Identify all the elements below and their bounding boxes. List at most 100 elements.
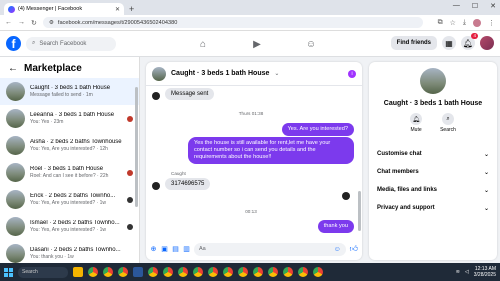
conversation-status-dot xyxy=(127,115,133,122)
downloads-icon[interactable]: ⤓ xyxy=(463,19,466,27)
chat-scrollbar[interactable] xyxy=(358,191,361,231)
minimize-icon[interactable]: — xyxy=(453,2,460,10)
conversation-avatar xyxy=(6,82,25,101)
notifications-bell-icon[interactable]: 🔔︎ 4 xyxy=(461,33,478,50)
plus-icon[interactable]: ⊕ xyxy=(150,245,157,253)
conversation-status-dot xyxy=(127,251,133,257)
facebook-search[interactable]: ⌕ Search Facebook xyxy=(26,36,116,51)
conversation-preview: You: Yes, Are you interested? · 1w xyxy=(30,227,106,233)
section-label: Privacy and support xyxy=(377,205,435,211)
conversation-item[interactable]: Erick · 2 beds 2 baths Townho... You: Yes… xyxy=(0,186,139,213)
bookmark-star-icon[interactable]: ☆ xyxy=(450,19,456,27)
chrome-icon[interactable] xyxy=(148,267,158,277)
chrome-icon[interactable] xyxy=(178,267,188,277)
gallery-icon[interactable]: ▤ xyxy=(172,245,179,253)
close-window-icon[interactable]: ✕ xyxy=(490,2,496,10)
chat-title[interactable]: Caught · 3 beds 1 bath House xyxy=(171,70,269,77)
chrome-icon[interactable] xyxy=(193,267,203,277)
section-label: Chat members xyxy=(377,169,419,175)
conversation-preview: Roel: And can I see it before? · 22h xyxy=(30,173,109,179)
account-avatar[interactable] xyxy=(480,36,494,50)
url-field[interactable]: ⚙ facebook.com/messages/t/29005436502404… xyxy=(42,17,423,28)
file-explorer-icon[interactable] xyxy=(73,267,83,277)
conversation-item[interactable]: Ismael · 2 beds 2 baths Townho... You: Ye… xyxy=(0,213,139,240)
window-controls: — ☐ ✕ xyxy=(453,2,496,10)
taskbar-search[interactable]: Search xyxy=(18,266,68,278)
message-placeholder: Aa xyxy=(199,246,206,252)
customise-chat-section[interactable]: Customise chat ⌄ xyxy=(369,145,497,163)
home-icon[interactable]: ⌂ xyxy=(195,37,211,51)
chevron-down-icon: ⌄ xyxy=(483,205,489,212)
browser-tab[interactable]: (4) Messenger | Facebook ✕ xyxy=(4,3,124,15)
facebook-logo-icon[interactable]: f xyxy=(6,36,21,51)
forward-icon[interactable]: → xyxy=(18,19,25,26)
chrome-icon[interactable] xyxy=(118,267,128,277)
notification-badge: 4 xyxy=(471,33,478,39)
wifi-icon[interactable]: ≋ xyxy=(456,269,460,275)
search-button[interactable]: ⌕ Search xyxy=(440,113,456,133)
chevron-down-icon[interactable]: ⌄ xyxy=(274,70,279,77)
conversation-text: Leeanna · 3 beds 1 bath House You: Yes · … xyxy=(30,112,122,125)
chrome-icon[interactable] xyxy=(163,267,173,277)
chat-avatar[interactable] xyxy=(152,66,166,81)
conversation-avatar xyxy=(6,136,25,155)
groups-icon[interactable]: ☺ xyxy=(303,37,319,51)
conversation-name: Dasani · 2 beds 2 baths Townho... xyxy=(30,247,121,253)
conversation-item[interactable]: Aisha · 2 beds 2 baths Townhouse You: Yes… xyxy=(0,132,139,159)
new-tab-icon[interactable]: + xyxy=(129,4,134,14)
maximize-icon[interactable]: ☐ xyxy=(472,2,478,10)
conversation-name: Ismael · 2 beds 2 baths Townho... xyxy=(30,220,120,226)
conversation-item[interactable]: Roel · 3 beds 1 bath House Roel: And can … xyxy=(0,159,139,186)
emoji-icon[interactable]: ☺ xyxy=(334,246,341,253)
conversation-status-dot xyxy=(127,169,133,176)
media-files-section[interactable]: Media, files and links ⌄ xyxy=(369,181,497,199)
video-icon[interactable]: ▶ xyxy=(249,37,265,51)
menu-grid-icon[interactable]: ▦ xyxy=(442,36,456,50)
chrome-icon[interactable] xyxy=(268,267,278,277)
conversation-preview: You: Yes, Are you interested? · 1w xyxy=(30,200,106,206)
cast-icon[interactable]: ⧉ xyxy=(438,19,443,27)
outgoing-message: thank you xyxy=(317,220,354,233)
back-icon[interactable]: ← xyxy=(5,19,12,26)
back-arrow-icon[interactable]: ← xyxy=(8,63,18,74)
conversation-name: Aisha · 2 beds 2 baths Townhouse xyxy=(30,139,122,145)
chrome-icon[interactable] xyxy=(253,267,263,277)
outgoing-message: Yes. Are you interested? xyxy=(281,123,354,136)
reload-icon[interactable]: ↻ xyxy=(31,19,37,27)
chrome-icon[interactable] xyxy=(238,267,248,277)
thumbs-up-icon[interactable]: 👍︎ xyxy=(350,244,358,254)
menu-dots-icon[interactable]: ⋮ xyxy=(488,19,495,27)
chrome-icon[interactable] xyxy=(298,267,308,277)
find-friends-button[interactable]: Find friends xyxy=(390,36,437,50)
word-icon[interactable] xyxy=(133,267,143,277)
chrome-icon[interactable] xyxy=(313,267,323,277)
chrome-icon[interactable] xyxy=(223,267,233,277)
chevron-down-icon: ⌄ xyxy=(483,187,489,194)
chrome-icon[interactable] xyxy=(103,267,113,277)
incoming-message: 3174696575 xyxy=(165,178,211,190)
conversation-item[interactable]: Leeanna · 3 beds 1 bath House You: Yes · … xyxy=(0,105,139,132)
camera-icon[interactable]: ▣ xyxy=(161,245,168,253)
info-icon[interactable]: i xyxy=(348,69,356,78)
sender-avatar xyxy=(152,92,160,100)
close-tab-icon[interactable]: ✕ xyxy=(115,6,120,13)
privacy-support-section[interactable]: Privacy and support ⌄ xyxy=(369,199,497,217)
gif-icon[interactable]: ▥ xyxy=(183,245,190,253)
chrome-icon[interactable] xyxy=(208,267,218,277)
mute-button[interactable]: 🔔︎ Mute xyxy=(410,113,423,133)
windows-start-icon[interactable] xyxy=(4,267,13,277)
taskbar-search-label: Search xyxy=(22,269,38,275)
search-placeholder: Search Facebook xyxy=(39,40,87,47)
site-info-icon[interactable]: ⚙ xyxy=(49,20,54,26)
message-input[interactable]: Aa ☺ xyxy=(194,242,346,256)
volume-icon[interactable]: ◁ xyxy=(465,269,469,275)
sidebar-scrollbar[interactable] xyxy=(135,87,138,207)
clock[interactable]: 12:13 AM 3/28/2025 xyxy=(474,266,496,278)
sender-name: Caught xyxy=(171,171,186,176)
conversation-item[interactable]: Caught · 3 beds 1 bath House Message fail… xyxy=(0,78,139,105)
chrome-icon[interactable] xyxy=(88,267,98,277)
chrome-icon[interactable] xyxy=(283,267,293,277)
chat-members-section[interactable]: Chat members ⌄ xyxy=(369,163,497,181)
profile-avatar[interactable] xyxy=(473,18,481,27)
conversation-text: Ismael · 2 beds 2 baths Townho... You: Ye… xyxy=(30,220,122,233)
